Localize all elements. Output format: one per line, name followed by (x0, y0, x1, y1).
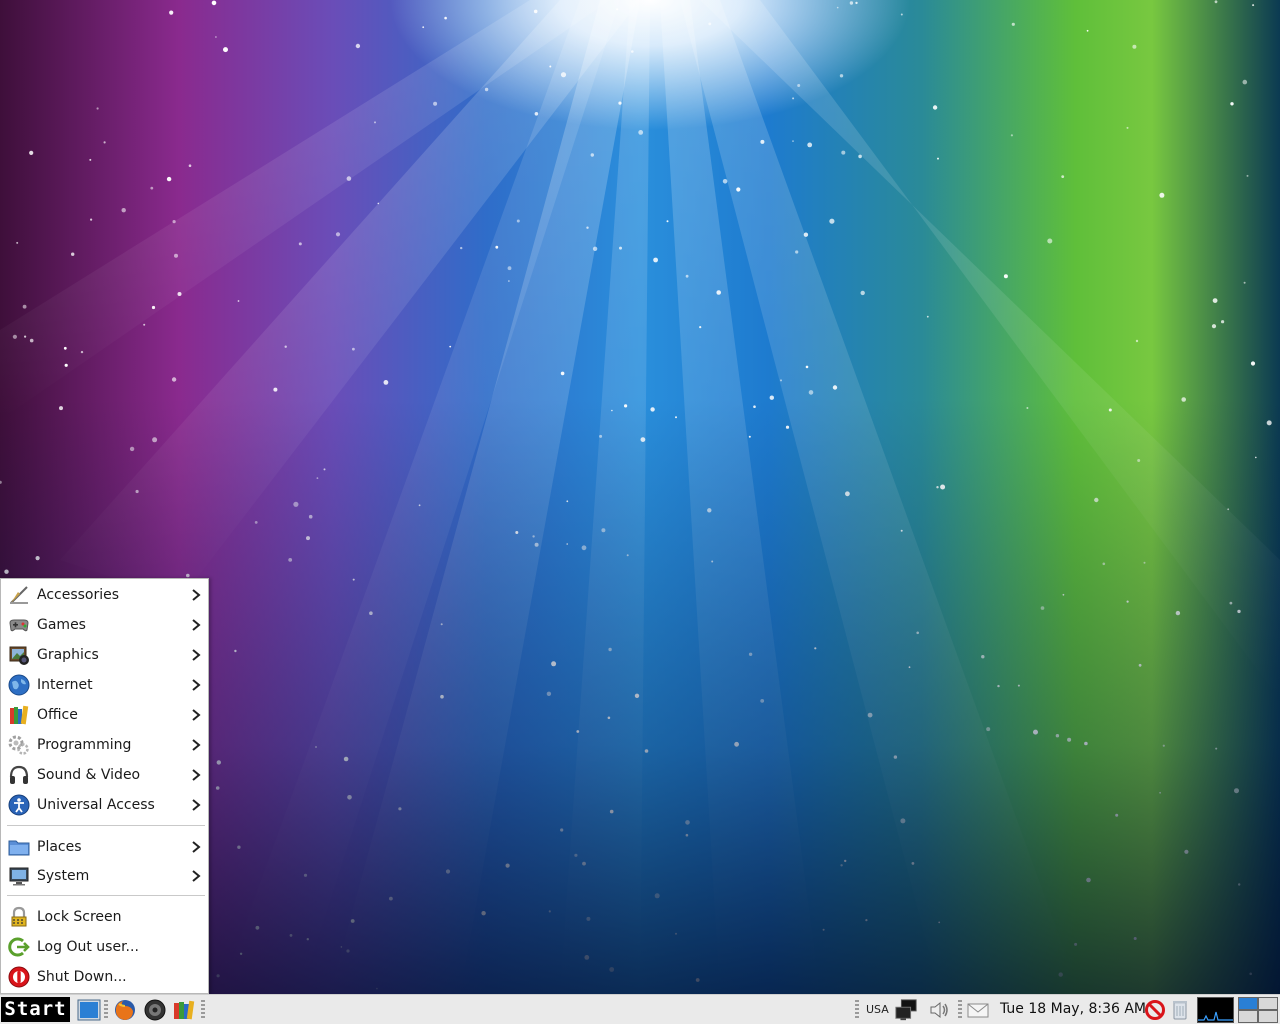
workspace-switcher[interactable] (1238, 997, 1278, 1023)
menu-item-sound-video[interactable]: Sound & Video (3, 761, 207, 789)
menu-item-shut-down[interactable]: Shut Down... (3, 963, 207, 991)
taskbar-grip[interactable] (201, 1000, 205, 1020)
menu-item-places[interactable]: Places (3, 833, 207, 861)
chevron-right-icon (192, 679, 201, 691)
accessibility-icon (7, 793, 31, 817)
taskbar-grip[interactable] (958, 1000, 962, 1020)
menu-item-label: Graphics (37, 647, 99, 663)
chevron-right-icon (192, 870, 201, 882)
menu-separator (7, 895, 205, 896)
menu-item-label: Log Out user... (37, 939, 139, 955)
menu-item-accessories[interactable]: Accessories (3, 581, 207, 609)
clock[interactable]: Tue 18 May, 8:36 AM (1000, 1001, 1146, 1017)
menu-separator (7, 825, 205, 826)
menu-item-label: Programming (37, 737, 132, 753)
headphones-icon (7, 763, 31, 787)
media-player-icon[interactable] (143, 998, 167, 1022)
menu-item-label: Sound & Video (37, 767, 141, 783)
start-menu: Accessories Games Graphics Internet Offi… (0, 578, 209, 994)
menu-item-office[interactable]: Office (3, 701, 207, 729)
no-entry-icon[interactable] (1143, 998, 1167, 1022)
chevron-right-icon (192, 739, 201, 751)
lock-icon (7, 905, 31, 929)
menu-item-programming[interactable]: Programming (3, 731, 207, 759)
network-icon[interactable] (894, 998, 918, 1022)
menu-item-label: Office (37, 707, 78, 723)
menu-item-label: Accessories (37, 587, 120, 603)
folder-icon (7, 835, 31, 859)
menu-item-label: Internet (37, 677, 93, 693)
taskbar: Start USA Tue 18 May, 8:36 AM (0, 994, 1280, 1024)
menu-item-lock-screen[interactable]: Lock Screen (3, 903, 207, 931)
chevron-right-icon (192, 769, 201, 781)
menu-item-label: Shut Down... (37, 969, 127, 985)
graphics-icon (7, 643, 31, 667)
menu-item-games[interactable]: Games (3, 611, 207, 639)
taskbar-grip[interactable] (855, 1000, 859, 1020)
gears-icon (7, 733, 31, 757)
mail-icon[interactable] (966, 998, 990, 1022)
chevron-right-icon (192, 589, 201, 601)
menu-item-label: Universal Access (37, 797, 155, 813)
accessories-icon (7, 583, 31, 607)
show-desktop-icon[interactable] (77, 998, 101, 1022)
chevron-right-icon (192, 841, 201, 853)
menu-item-label: Games (37, 617, 86, 633)
menu-item-internet[interactable]: Internet (3, 671, 207, 699)
chevron-right-icon (192, 709, 201, 721)
taskbar-grip[interactable] (104, 1000, 108, 1020)
menu-item-graphics[interactable]: Graphics (3, 641, 207, 669)
chevron-right-icon (192, 649, 201, 661)
chevron-right-icon (192, 619, 201, 631)
menu-item-label: Places (37, 839, 82, 855)
cpu-monitor[interactable] (1197, 997, 1234, 1023)
trash-icon[interactable] (1168, 998, 1192, 1022)
start-button[interactable]: Start (1, 997, 70, 1022)
volume-icon[interactable] (928, 998, 952, 1022)
chevron-right-icon (192, 799, 201, 811)
monitor-icon (7, 864, 31, 888)
menu-item-label: Lock Screen (37, 909, 122, 925)
logout-icon (7, 935, 31, 959)
menu-item-universal-access[interactable]: Universal Access (3, 791, 207, 819)
menu-item-system[interactable]: System (3, 862, 207, 890)
office-launcher-icon[interactable] (172, 998, 196, 1022)
menu-item-label: System (37, 868, 90, 884)
power-icon (7, 965, 31, 989)
firefox-icon[interactable] (113, 998, 137, 1022)
keyboard-layout-indicator[interactable]: USA (866, 1003, 889, 1016)
globe-icon (7, 673, 31, 697)
gamepad-icon (7, 613, 31, 637)
office-icon (7, 703, 31, 727)
menu-item-log-out[interactable]: Log Out user... (3, 933, 207, 961)
